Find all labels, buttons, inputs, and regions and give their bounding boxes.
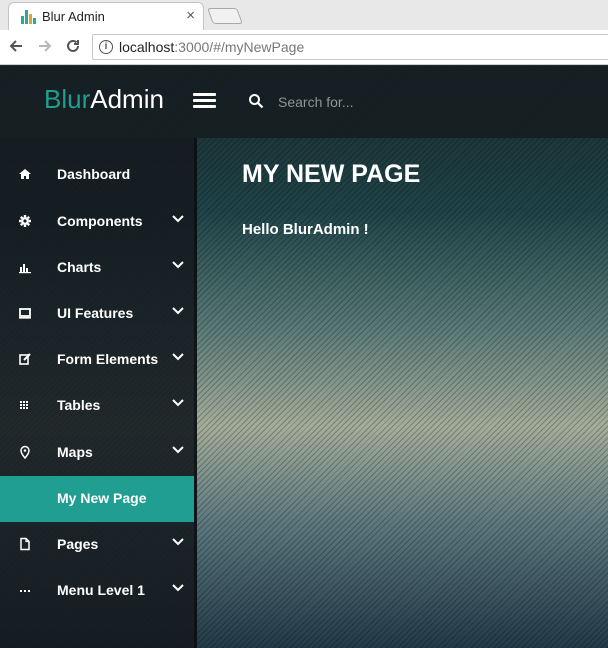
tab-title: Blur Admin (42, 9, 105, 24)
file-icon (17, 537, 33, 553)
url-path: :3000/#/myNewPage (174, 39, 305, 55)
gear-icon (17, 214, 33, 230)
new-tab-button[interactable] (207, 8, 243, 24)
app-logo[interactable]: BlurAdmin (44, 84, 164, 115)
url-host: localhost (119, 39, 175, 55)
app-root: BlurAdmin Dashboard Components (0, 66, 608, 648)
ellipsis-icon (17, 583, 33, 599)
chevron-down-icon[interactable] (171, 258, 187, 274)
url-text[interactable]: localhost:3000/#/myNewPage (119, 39, 304, 55)
grid-icon (17, 398, 33, 414)
sidebar-item-label: Pages (57, 536, 99, 552)
sidebar-item-label: Dashboard (57, 166, 131, 182)
main-content: MY NEW PAGE Hello BlurAdmin ! (200, 138, 608, 648)
sidebar-item-label: Components (57, 213, 143, 229)
chevron-down-icon[interactable] (171, 535, 187, 551)
sidebar-item-label: Form Elements (57, 351, 159, 367)
page-title: MY NEW PAGE (242, 160, 421, 188)
sidebar-item-menu-level-1[interactable]: Menu Level 1 (0, 568, 194, 614)
sidebar-item-maps[interactable]: Maps (0, 430, 194, 476)
chevron-down-icon[interactable] (171, 396, 187, 412)
info-icon[interactable]: i (99, 40, 113, 54)
sidebar-item-charts[interactable]: Charts (0, 245, 194, 291)
sidebar: Dashboard Components Charts UI Features … (0, 138, 197, 648)
chevron-down-icon[interactable] (171, 212, 187, 228)
sidebar-item-tables[interactable]: Tables (0, 383, 194, 429)
sidebar-item-ui-features[interactable]: UI Features (0, 291, 194, 337)
map-marker-icon (17, 445, 33, 461)
address-bar[interactable]: i localhost:3000/#/myNewPage (92, 34, 608, 60)
home-icon (17, 167, 33, 183)
chevron-down-icon[interactable] (171, 581, 187, 597)
laptop-icon (17, 306, 33, 322)
sidebar-item-pages[interactable]: Pages (0, 522, 194, 568)
sidebar-item-label: Tables (57, 397, 101, 413)
reload-icon[interactable] (63, 37, 83, 57)
search-icon[interactable] (248, 93, 264, 109)
chevron-down-icon[interactable] (171, 304, 187, 320)
forward-arrow-icon[interactable] (35, 37, 55, 57)
chevron-down-icon[interactable] (171, 443, 187, 459)
sidebar-item-label: My New Page (57, 490, 147, 506)
hamburger-menu-icon[interactable] (193, 93, 216, 109)
bar-chart-icon (17, 260, 33, 276)
top-navbar: BlurAdmin (0, 66, 608, 138)
back-arrow-icon[interactable] (6, 37, 26, 57)
sidebar-item-components[interactable]: Components (0, 199, 194, 245)
sidebar-item-label: Charts (57, 259, 102, 275)
sidebar-item-my-new-page[interactable]: My New Page (0, 476, 194, 522)
edit-icon (17, 352, 33, 368)
sidebar-item-label: Maps (57, 444, 93, 460)
bar-chart-favicon-icon (21, 10, 36, 24)
search-input[interactable] (278, 90, 478, 114)
logo-part1: Blur (44, 84, 91, 114)
sidebar-item-dashboard[interactable]: Dashboard (0, 152, 194, 198)
sidebar-item-form-elements[interactable]: Form Elements (0, 337, 194, 383)
logo-part2: Admin (90, 84, 164, 114)
page-body-text: Hello BlurAdmin ! (242, 221, 369, 238)
browser-tabstrip: Blur Admin × (0, 0, 608, 30)
browser-tab[interactable]: Blur Admin × (8, 2, 204, 30)
sidebar-item-label: UI Features (57, 305, 134, 321)
tab-close-icon[interactable]: × (186, 7, 195, 24)
browser-toolbar: i localhost:3000/#/myNewPage (0, 30, 608, 65)
sidebar-item-label: Menu Level 1 (57, 582, 145, 598)
chevron-down-icon[interactable] (171, 350, 187, 366)
